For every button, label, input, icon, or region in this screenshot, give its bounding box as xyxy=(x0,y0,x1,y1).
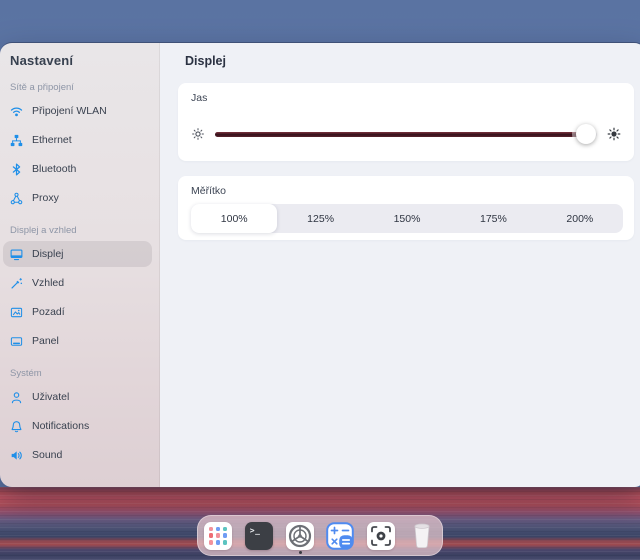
sidebar-item-user[interactable]: Uživatel xyxy=(3,384,152,410)
terminal-icon[interactable]: >_ xyxy=(245,522,273,550)
ethernet-icon xyxy=(10,134,23,147)
sidebar-item-panel[interactable]: Panel xyxy=(3,328,152,354)
sidebar-item-proxy[interactable]: Proxy xyxy=(3,185,152,211)
wallpaper-icon xyxy=(10,306,23,319)
brightness-slider-thumb[interactable] xyxy=(576,124,596,144)
sidebar-item-ethernet[interactable]: Ethernet xyxy=(3,127,152,153)
sidebar-item-bluetooth[interactable]: Bluetooth xyxy=(3,156,152,182)
scaling-segmented-control: 100% 125% 150% 175% 200% xyxy=(191,204,623,233)
launcher-icon[interactable] xyxy=(204,522,232,550)
brightness-low-icon xyxy=(191,127,205,141)
trash-icon[interactable] xyxy=(408,522,436,550)
brightness-card: Jas xyxy=(178,83,634,161)
scale-option-200[interactable]: 200% xyxy=(537,204,623,233)
sidebar-item-notifications[interactable]: Notifications xyxy=(3,413,152,439)
sidebar-item-label: Bluetooth xyxy=(32,163,76,175)
bell-icon xyxy=(10,420,23,433)
sidebar-item-label: Sound xyxy=(32,449,62,461)
sidebar-item-label: Panel xyxy=(32,335,59,347)
running-indicator-dot xyxy=(299,551,302,554)
control-center-icon[interactable] xyxy=(286,522,314,550)
sidebar-item-label: Připojení WLAN xyxy=(32,105,107,117)
display-settings-pane: Displej Jas xyxy=(160,43,640,487)
settings-sidebar: Nastavení Sítě a připojení Připojení WLA… xyxy=(0,43,160,487)
scaling-label: Měřítko xyxy=(191,185,226,197)
section-label-display: Displej a vzhled xyxy=(0,225,155,236)
sidebar-item-label: Uživatel xyxy=(32,391,69,403)
section-label-system: Systém xyxy=(0,368,155,379)
display-icon xyxy=(10,248,23,261)
scale-option-175[interactable]: 175% xyxy=(450,204,536,233)
proxy-icon xyxy=(10,192,23,205)
settings-window: Nastavení Sítě a připojení Připojení WLA… xyxy=(0,42,640,487)
sidebar-item-sound[interactable]: Sound xyxy=(3,442,152,468)
sidebar-item-wlan[interactable]: Připojení WLAN xyxy=(3,98,152,124)
brightness-slider-row xyxy=(191,119,621,149)
speaker-icon xyxy=(10,449,23,462)
bluetooth-icon xyxy=(10,163,23,176)
screenshot-icon[interactable] xyxy=(367,522,395,550)
sidebar-item-appearance[interactable]: Vzhled xyxy=(3,270,152,296)
brightness-label: Jas xyxy=(191,92,207,104)
section-label-network: Sítě a připojení xyxy=(0,82,155,93)
brightness-high-icon xyxy=(607,127,621,141)
sidebar-item-label: Ethernet xyxy=(32,134,72,146)
dock: >_ xyxy=(197,515,443,556)
brightness-slider[interactable] xyxy=(215,132,597,137)
scale-option-125[interactable]: 125% xyxy=(277,204,363,233)
calculator-icon[interactable] xyxy=(326,522,354,550)
sidebar-item-label: Displej xyxy=(32,248,64,260)
sidebar-item-label: Notifications xyxy=(32,420,89,432)
sidebar-item-display[interactable]: Displej xyxy=(3,241,152,267)
page-title: Displej xyxy=(185,54,226,68)
sidebar-item-label: Vzhled xyxy=(32,277,64,289)
user-icon xyxy=(10,391,23,404)
wifi-icon xyxy=(10,105,23,118)
sidebar-item-background[interactable]: Pozadí xyxy=(3,299,152,325)
magic-wand-icon xyxy=(10,277,23,290)
scale-option-100[interactable]: 100% xyxy=(191,204,277,233)
sidebar-item-label: Proxy xyxy=(32,192,59,204)
desktop: Nastavení Sítě a připojení Připojení WLA… xyxy=(0,0,640,560)
scale-option-150[interactable]: 150% xyxy=(364,204,450,233)
brightness-slider-fill xyxy=(215,132,586,137)
sidebar-item-label: Pozadí xyxy=(32,306,65,318)
panel-icon xyxy=(10,335,23,348)
scaling-card: Měřítko 100% 125% 150% 175% 200% xyxy=(178,176,634,240)
sidebar-title: Nastavení xyxy=(0,53,155,68)
